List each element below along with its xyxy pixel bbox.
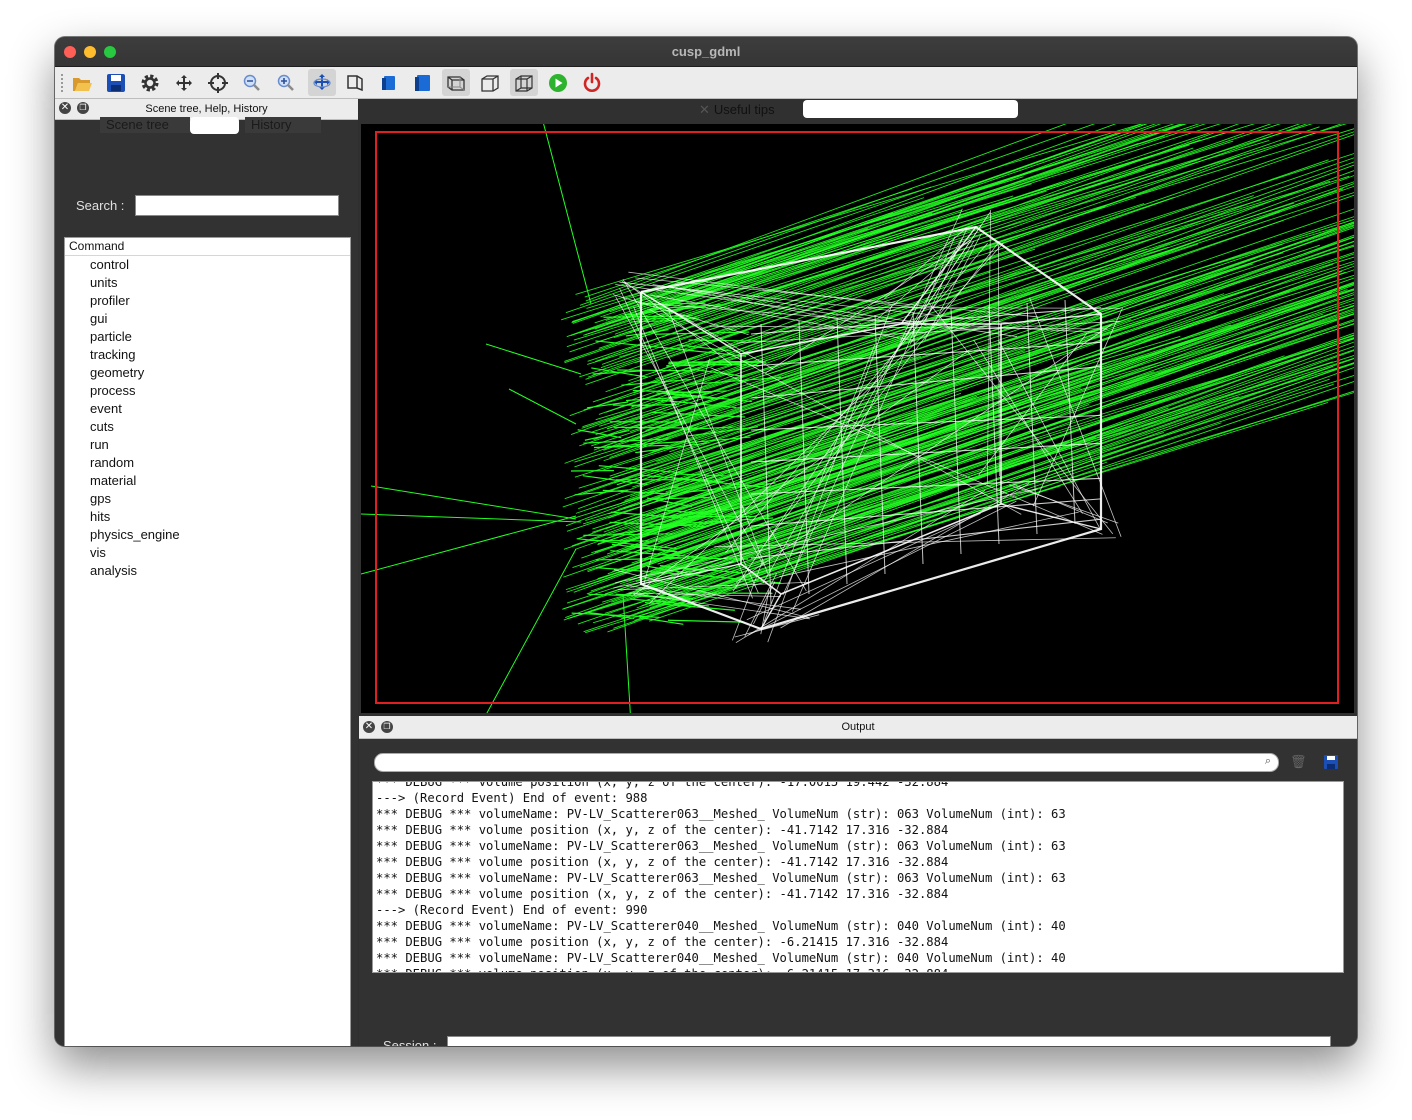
pick-target-button[interactable] [204,69,232,96]
command-item[interactable]: random [65,454,350,472]
toolbar-grip[interactable] [61,74,63,92]
ortho-icon [382,75,395,90]
perspective-button[interactable] [341,69,369,96]
command-item[interactable]: vis [65,544,350,562]
open-button[interactable] [68,69,96,96]
run-beam-button[interactable] [544,69,572,96]
command-item[interactable]: gui [65,310,350,328]
title-bar: cusp_gdml [55,37,1357,67]
session-label: Session : [383,1038,437,1046]
tab-scene-tree[interactable]: Scene tree [100,117,190,133]
save-output-icon[interactable] [1323,754,1339,770]
command-item[interactable]: event [65,400,350,418]
viewer-frame [375,131,1339,704]
save-button[interactable] [102,69,130,96]
command-item[interactable]: tracking [65,346,350,364]
log-line: *** DEBUG *** volumeName: PV-LV_Scattere… [376,871,1066,885]
log-line: *** DEBUG *** volume position (x, y, z o… [373,966,1343,972]
wireframe-button[interactable] [442,69,470,96]
command-item[interactable]: gps [65,490,350,508]
output-search-input[interactable]: ⌕ [374,753,1279,772]
command-item[interactable]: run [65,436,350,454]
command-item[interactable]: cuts [65,418,350,436]
help-search-input[interactable] [135,195,339,216]
command-item[interactable]: physics_engine [65,526,350,544]
window-title: cusp_gdml [671,44,741,59]
zoom-in-icon [277,74,294,91]
log-lines: *** DEBUG *** volume position (x, y, z o… [373,781,1343,972]
tab-history[interactable]: History [245,117,321,133]
pick-target-icon [208,72,228,93]
command-item[interactable]: control [65,256,350,274]
hidden-surface-icon [515,74,533,92]
clear-output-icon[interactable]: 🗑 [1290,754,1307,770]
command-tree-header: Command [65,238,350,256]
scene-tree-dock: ✕ ❐ Scene tree, Help, History Scene tree… [55,99,358,1046]
solid-button[interactable] [409,69,437,96]
useful-tips-tab[interactable]: ✕ Useful tips [699,102,775,118]
move-icon [176,74,192,91]
main-toolbar [55,67,1357,99]
settings-button[interactable] [136,69,164,96]
command-tree[interactable]: Command control units profiler gui parti… [64,237,351,1046]
exit-button[interactable] [578,69,606,96]
command-item[interactable]: material [65,472,350,490]
command-item[interactable]: particle [65,328,350,346]
hidden-surface-button[interactable] [510,69,538,96]
log-line: *** DEBUG *** volume position (x, y, z o… [376,823,949,837]
opengl-viewer[interactable] [361,124,1354,713]
output-log[interactable]: *** DEBUG *** volume position (x, y, z o… [372,781,1344,973]
log-line: *** DEBUG *** volume position (x, y, z o… [376,855,949,869]
command-item[interactable]: geometry [65,364,350,382]
command-item[interactable]: units [65,274,350,292]
perspective-icon [347,74,363,91]
run-beam-icon [549,73,567,92]
log-line: ---> (Record Event) End of event: 988 [376,791,648,805]
log-line: *** DEBUG *** volumeName: PV-LV_Scattere… [376,807,1066,821]
detector-scene [361,124,1354,713]
dock-title: Scene tree, Help, History [145,103,268,115]
log-line: *** DEBUG *** volumeName: PV-LV_Scattere… [376,951,1066,965]
session-input[interactable] [447,1036,1331,1046]
open-icon [73,77,92,91]
log-line: *** DEBUG *** volume position (x, y, z o… [376,781,949,789]
log-line: *** DEBUG *** volumeName: PV-LV_Scattere… [376,919,1066,933]
command-item[interactable]: analysis [65,562,350,580]
wireframe-icon [447,75,465,91]
hidden-line-icon [481,74,499,92]
zoom-in-button[interactable] [272,69,300,96]
particle-tracks [361,124,1354,713]
rotate-button[interactable] [308,69,336,96]
command-item[interactable]: hits [65,508,350,526]
exit-icon [583,72,601,92]
move-button[interactable] [170,69,198,96]
log-line: *** DEBUG *** volume position (x, y, z o… [376,887,949,901]
close-tab-icon[interactable]: ✕ [699,102,710,117]
output-dock: ✕ ❐ Output ⌕ 🗑 *** DEBUG *** volume posi… [359,716,1357,1046]
zoom-out-button[interactable] [238,69,266,96]
app-window: cusp_gdml ✕ ❐ Scene tree, Help, History … [55,37,1357,1046]
tab-help[interactable] [190,117,239,134]
viewer-dock: ✕ Useful tips [359,99,1357,715]
ortho-button[interactable] [375,69,403,96]
hidden-line-button[interactable] [476,69,504,96]
log-line: ---> (Record Event) End of event: 990 [376,903,648,917]
solid-icon [415,74,430,91]
output-title: Output [841,721,875,733]
useful-tips-label: Useful tips [713,102,775,117]
output-header: ✕ ❐ Output [359,716,1357,739]
settings-icon [141,74,159,91]
search-label: Search : [76,198,125,213]
command-item[interactable]: profiler [65,292,350,310]
command-item[interactable]: process [65,382,350,400]
viewer-tab-field[interactable] [803,100,1018,118]
search-icon: ⌕ [1264,755,1271,767]
log-line: *** DEBUG *** volume position (x, y, z o… [376,935,949,949]
rotate-icon [313,73,331,90]
zoom-out-icon [243,74,260,91]
log-line: *** DEBUG *** volumeName: PV-LV_Scattere… [376,839,1066,853]
save-icon [107,73,125,92]
